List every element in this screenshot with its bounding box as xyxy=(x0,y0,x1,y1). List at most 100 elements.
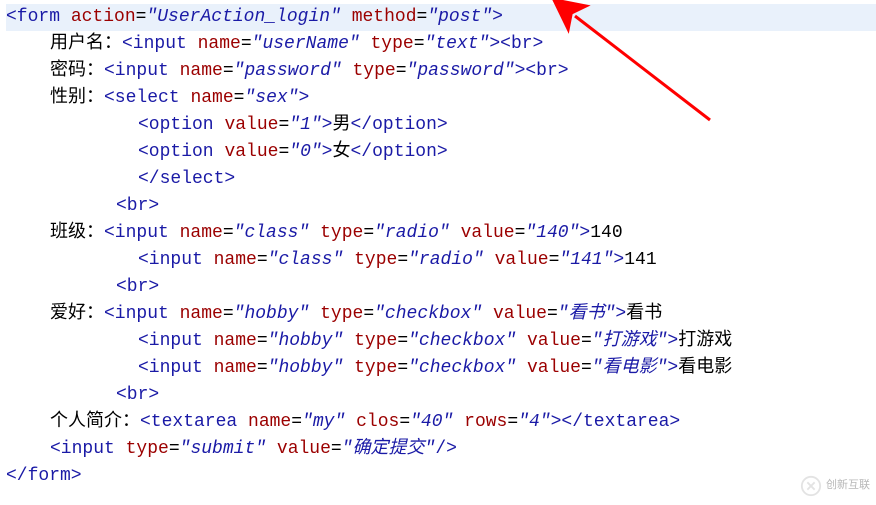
code-token xyxy=(203,250,214,270)
code-line: <br> xyxy=(6,382,876,409)
code-token: <input xyxy=(104,304,169,324)
code-token xyxy=(343,358,354,378)
code-token: "post" xyxy=(427,7,492,27)
code-token: <br> xyxy=(116,196,159,216)
code-token: name xyxy=(190,88,233,108)
code-token: = xyxy=(397,250,408,270)
code-token: "hobby" xyxy=(234,304,310,324)
code-token: "hobby" xyxy=(268,358,344,378)
code-token xyxy=(342,61,353,81)
code-token: = xyxy=(223,61,234,81)
code-token: = xyxy=(257,358,268,378)
code-token: "1" xyxy=(289,115,321,135)
code-token: </form> xyxy=(6,466,82,486)
code-token: = xyxy=(241,34,252,54)
code-token: "141" xyxy=(559,250,613,270)
code-token: 爱好： xyxy=(50,304,104,324)
code-token: = xyxy=(223,223,234,243)
code-token: <textarea xyxy=(140,412,237,432)
code-token: 141 xyxy=(624,250,656,270)
code-token: "打游戏" xyxy=(592,331,668,351)
code-token: "radio" xyxy=(374,223,450,243)
code-token: "userName" xyxy=(252,34,360,54)
code-token: value xyxy=(461,223,515,243)
code-token xyxy=(360,34,371,54)
code-token: method xyxy=(352,7,417,27)
code-token: type xyxy=(126,439,169,459)
code-line: 用户名：<input name="userName" type="text"><… xyxy=(6,31,876,58)
code-token: = xyxy=(136,7,147,27)
code-line: 性别：<select name="sex"> xyxy=(6,85,876,112)
code-token: "text" xyxy=(425,34,490,54)
code-token: = xyxy=(331,439,342,459)
code-token: 看书 xyxy=(626,304,662,324)
code-token xyxy=(450,223,461,243)
code-token: 140 xyxy=(590,223,622,243)
code-token: = xyxy=(278,115,289,135)
code-token: <input xyxy=(138,250,203,270)
code-token: = xyxy=(581,358,592,378)
code-token xyxy=(187,34,198,54)
code-token: <input xyxy=(50,439,115,459)
code-token: type xyxy=(353,61,396,81)
code-token: = xyxy=(169,439,180,459)
code-token xyxy=(484,250,495,270)
code-token: "radio" xyxy=(408,250,484,270)
watermark-icon xyxy=(800,475,822,497)
code-token: clos xyxy=(356,412,399,432)
code-token xyxy=(169,223,180,243)
code-token: <input xyxy=(138,331,203,351)
code-token xyxy=(453,412,464,432)
code-token: name xyxy=(180,304,223,324)
code-token: > xyxy=(298,88,309,108)
code-token xyxy=(516,331,527,351)
code-token xyxy=(237,412,248,432)
code-token: 用户名： xyxy=(50,34,122,54)
code-token: > xyxy=(615,304,626,324)
code-token: = xyxy=(291,412,302,432)
code-token: "看书" xyxy=(558,304,616,324)
code-token: type xyxy=(371,34,414,54)
watermark-text: 创新互联 xyxy=(826,472,870,499)
code-line: </form> xyxy=(6,463,876,490)
code-token: "UserAction_login" xyxy=(146,7,340,27)
code-token: name xyxy=(248,412,291,432)
code-token: = xyxy=(515,223,526,243)
code-token: > xyxy=(322,142,333,162)
code-token: ></textarea> xyxy=(551,412,681,432)
code-token xyxy=(169,61,180,81)
code-token: > xyxy=(492,7,503,27)
code-line: <form action="UserAction_login" method="… xyxy=(6,4,876,31)
code-token: = xyxy=(278,142,289,162)
code-token: /> xyxy=(435,439,457,459)
code-token: 打游戏 xyxy=(678,331,732,351)
code-token: 男 xyxy=(332,115,350,135)
code-token: <br> xyxy=(116,277,159,297)
code-token: value xyxy=(493,304,547,324)
code-token: > xyxy=(579,223,590,243)
code-token: "40" xyxy=(410,412,453,432)
code-token: type xyxy=(354,331,397,351)
code-token xyxy=(214,115,225,135)
code-token xyxy=(115,439,126,459)
code-line: 个人简介：<textarea name="my" clos="40" rows=… xyxy=(6,409,876,436)
code-token: <br> xyxy=(116,385,159,405)
code-token: "password" xyxy=(234,61,342,81)
code-token: <option xyxy=(138,115,214,135)
code-token xyxy=(343,331,354,351)
code-token: = xyxy=(581,331,592,351)
code-token: <form xyxy=(6,7,60,27)
code-token xyxy=(482,304,493,324)
code-token: </select> xyxy=(138,169,235,189)
code-line: <br> xyxy=(6,193,876,220)
code-token: > xyxy=(667,358,678,378)
code-token: = xyxy=(414,34,425,54)
code-token: "确定提交" xyxy=(342,439,436,459)
code-token xyxy=(180,88,191,108)
code-token: 密码： xyxy=(50,61,104,81)
code-token: "class" xyxy=(234,223,310,243)
code-token: value xyxy=(527,358,581,378)
code-token: "140" xyxy=(525,223,579,243)
code-token: = xyxy=(363,304,374,324)
code-token: 个人简介： xyxy=(50,412,140,432)
